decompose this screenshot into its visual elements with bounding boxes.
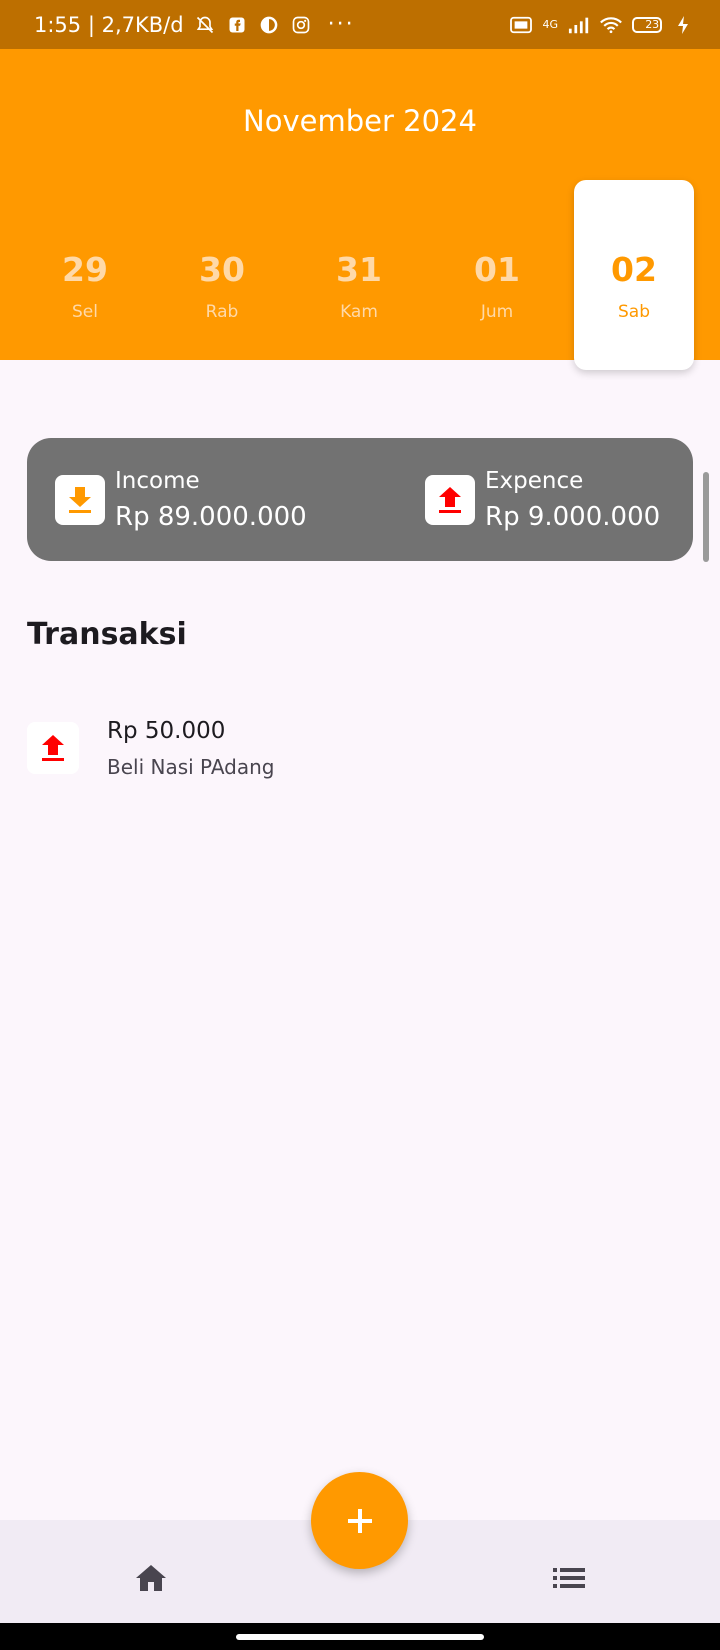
expense-summary: Expence Rp 9.000.000	[377, 438, 693, 561]
day-name: Sel	[72, 302, 98, 322]
expense-label: Expence	[485, 468, 584, 494]
income-summary: Income Rp 89.000.000	[27, 438, 357, 561]
list-icon[interactable]	[544, 1558, 594, 1598]
day-29[interactable]: 29 Sel	[25, 180, 145, 370]
day-name: Sab	[618, 302, 650, 322]
day-name: Rab	[205, 302, 239, 322]
day-02-selected[interactable]: 02 Sab	[574, 180, 694, 370]
calendar-header: November 2024 29 Sel 30 Rab 31 Kam 01 Ju…	[0, 49, 720, 370]
network-type: 4G	[542, 18, 558, 31]
overflow-dots: ···	[327, 12, 355, 37]
expense-upload-icon	[425, 475, 475, 525]
expense-upload-icon	[27, 722, 79, 774]
day-number: 01	[474, 250, 520, 289]
day-number: 02	[611, 250, 657, 289]
volte-icon	[510, 14, 533, 36]
mute-bell-icon	[194, 14, 216, 36]
day-name: Kam	[340, 302, 378, 322]
day-number: 29	[62, 250, 108, 289]
home-icon[interactable]	[126, 1558, 176, 1598]
day-number: 30	[199, 250, 245, 289]
transaction-description: Beli Nasi PAdang	[107, 755, 275, 779]
app-icon	[258, 14, 280, 36]
home-gesture-handle[interactable]	[236, 1634, 484, 1640]
wifi-icon	[600, 14, 622, 36]
facebook-icon	[226, 14, 248, 36]
gesture-bar	[0, 1623, 720, 1650]
instagram-icon	[290, 14, 312, 36]
expense-value: Rp 9.000.000	[485, 502, 661, 532]
plus-icon	[347, 1508, 372, 1533]
charging-icon	[672, 14, 694, 36]
income-download-icon	[55, 475, 105, 525]
battery-icon: 23	[632, 16, 662, 33]
transaction-amount: Rp 50.000	[107, 718, 226, 744]
scroll-indicator[interactable]	[703, 472, 709, 562]
status-bar-right: 4G 23	[510, 14, 694, 36]
day-30[interactable]: 30 Rab	[162, 180, 282, 370]
summary-card: Income Rp 89.000.000 Expence Rp 9.000.00…	[27, 438, 693, 561]
add-transaction-button[interactable]	[311, 1472, 408, 1569]
month-title: November 2024	[243, 104, 477, 138]
income-value: Rp 89.000.000	[115, 502, 307, 532]
day-31[interactable]: 31 Kam	[299, 180, 419, 370]
day-01[interactable]: 01 Jum	[437, 180, 557, 370]
battery-level: 23	[645, 18, 660, 31]
day-name: Jum	[480, 302, 514, 322]
transaction-item[interactable]: Rp 50.000 Beli Nasi PAdang	[27, 710, 687, 790]
day-number: 31	[336, 250, 382, 289]
signal-icon	[568, 14, 590, 36]
income-label: Income	[115, 468, 200, 494]
transactions-title: Transaksi	[27, 617, 187, 652]
time-speed: 1:55 | 2,7KB/d	[34, 12, 184, 37]
status-bar-left: 1:55 | 2,7KB/d ···	[34, 12, 355, 37]
status-bar: 1:55 | 2,7KB/d ··· 4G 23	[0, 0, 720, 49]
